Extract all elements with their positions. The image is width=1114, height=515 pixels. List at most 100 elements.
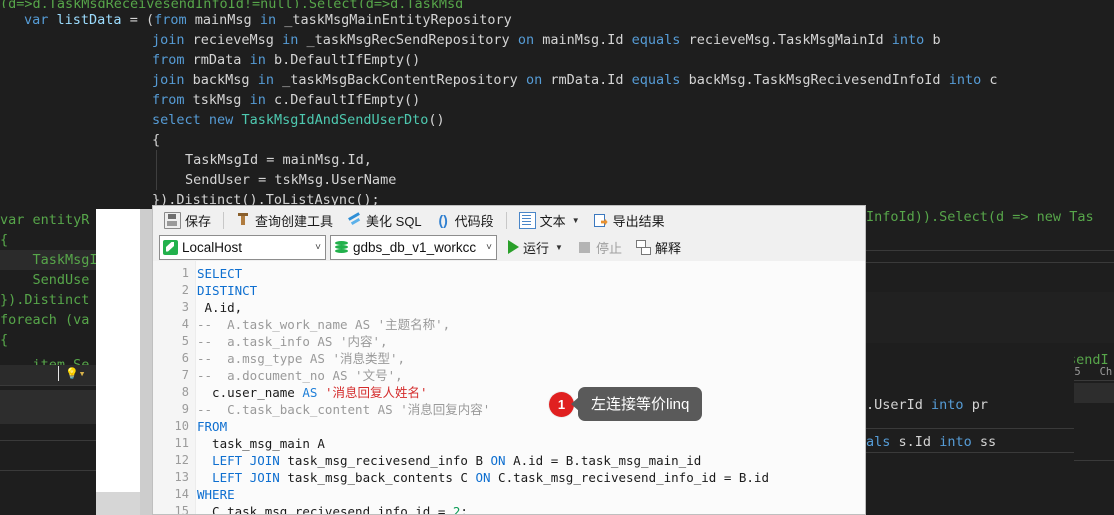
left-panel-footer <box>96 492 140 515</box>
bg-code-line-8: TaskMsgId = mainMsg.Id, <box>185 152 372 168</box>
bg-right-row-hl <box>1068 383 1114 403</box>
save-button[interactable]: 保存 <box>158 209 217 231</box>
database-value: gdbs_db_v1_workcc <box>353 239 477 255</box>
line-number: 14 <box>174 487 189 501</box>
explain-button[interactable]: 解释 <box>630 236 687 258</box>
line-number: 11 <box>174 436 189 450</box>
sql-tool-window[interactable]: 保存 查询创建工具 美化 SQL () 代码段 文本 ▼ 导出结果 LocalH… <box>152 205 866 515</box>
line-number: 15 <box>174 504 189 515</box>
line-number: 3 <box>181 300 189 314</box>
line-number: 1 <box>181 266 189 280</box>
line-number: 9 <box>181 402 189 416</box>
line-number: 10 <box>174 419 189 433</box>
sql-line-13: LEFT JOIN task_msg_back_contents C ON C.… <box>212 470 769 485</box>
stop-icon <box>578 241 590 253</box>
connection-value: LocalHost <box>182 239 243 255</box>
query-builder-button[interactable]: 查询创建工具 <box>230 209 339 231</box>
bg-status-fragment: 05 Ch: <box>1068 366 1114 378</box>
connection-combobox[interactable]: LocalHost ˅ <box>159 234 326 260</box>
sql-line-9: -- C.task_back_content AS '消息回复内容' <box>197 402 491 417</box>
chevron-down-icon[interactable]: ▼ <box>572 216 580 225</box>
run-icon <box>508 240 519 254</box>
snippet-label: 代码段 <box>454 213 494 229</box>
bg-right-sep-6 <box>1074 460 1114 461</box>
sql-line-8: c.user_name AS '消息回复人姓名' <box>197 385 428 400</box>
line-number: 2 <box>181 283 189 297</box>
chevron-down-icon[interactable]: ▼ <box>555 243 563 252</box>
sql-line-3: A.id, <box>197 300 243 315</box>
bg-right-sep-5 <box>866 452 1074 453</box>
beautify-sql-button[interactable]: 美化 SQL <box>341 209 428 231</box>
export-result-button[interactable]: 导出结果 <box>588 209 671 231</box>
bg-code-line-9: SendUser = tskMsg.UserName <box>185 172 397 188</box>
text-output-button[interactable]: 文本 ▼ <box>513 209 586 231</box>
explain-icon <box>635 239 651 255</box>
bg-right-window[interactable] <box>866 343 1074 515</box>
bg-code-line-4: join backMsg in _taskMsgBackContentRepos… <box>152 72 998 88</box>
sql-line-14: WHERE <box>197 487 235 502</box>
line-number: 5 <box>181 334 189 348</box>
bg-code-line-7: { <box>152 132 161 148</box>
sql-code-area[interactable]: SELECT DISTINCT A.id, -- A.task_work_nam… <box>197 261 865 514</box>
bg-right-sep-4 <box>866 428 1074 429</box>
annotation-callout: 1 左连接等价linq <box>549 387 703 421</box>
line-number: 8 <box>181 385 189 399</box>
sql-toolbar-row-1: 保存 查询创建工具 美化 SQL () 代码段 文本 ▼ 导出结果 <box>157 207 672 233</box>
sql-line-11: task_msg_main A <box>197 436 325 451</box>
sql-line-15: C.task_msg_recivesend_info_id = 2; <box>197 504 468 515</box>
sql-line-5: -- a.task_info AS '内容', <box>197 334 388 349</box>
explain-label: 解释 <box>654 240 681 256</box>
line-number: 13 <box>174 470 189 484</box>
bg-code-line-1: var listData = (from mainMsg in _taskMsg… <box>24 12 512 28</box>
stop-button[interactable]: 停止 <box>571 236 628 258</box>
build-icon <box>236 212 251 228</box>
text-caret <box>58 366 59 381</box>
bg-divider-left-3 <box>0 470 96 471</box>
database-combobox[interactable]: gdbs_db_v1_workcc ˅ <box>330 234 497 260</box>
bg-right-line-1: InfoId)).Select(d => new Tas <box>866 209 1094 225</box>
snippet-icon: () <box>438 211 448 228</box>
left-panel-scrollbar[interactable] <box>140 209 152 515</box>
sql-line-2: DISTINCT <box>197 283 258 298</box>
sql-line-1: SELECT <box>197 266 243 281</box>
run-button[interactable]: 运行 ▼ <box>502 236 569 258</box>
sql-line-6: -- a.msg_type AS '消息类型', <box>197 351 406 366</box>
bg-right-sep-2 <box>866 262 1114 263</box>
sql-editor[interactable]: 1 2 3 4 5 6 7 8 9 10 11 12 13 14 15 SELE… <box>153 261 865 514</box>
export-icon <box>593 213 609 228</box>
bg-right-sep-3 <box>1068 380 1114 381</box>
bg-right-line-3: .UserId into pr <box>866 397 988 413</box>
lightbulb-icon[interactable]: 💡▾ <box>65 364 85 384</box>
bg-code-clipped-line: (d=>d.TaskMsgReceivesendInfoId!=null).Se… <box>0 0 1114 8</box>
snippet-button[interactable]: () 代码段 <box>430 209 500 231</box>
bg-right-region-mid <box>866 292 1114 343</box>
stop-label: 停止 <box>595 240 622 256</box>
sql-toolbar: 保存 查询创建工具 美化 SQL () 代码段 文本 ▼ 导出结果 LocalH… <box>153 206 865 260</box>
screenshot-root: (d=>d.TaskMsgReceivesendInfoId!=null).Se… <box>0 0 1114 515</box>
line-number: 12 <box>174 453 189 467</box>
bg-right-line-4: als s.Id into ss <box>866 434 997 450</box>
sql-toolbar-row-2: LocalHost ˅ gdbs_db_v1_workcc ˅ 运行 ▼ 停止 <box>159 234 688 260</box>
beautify-icon <box>347 213 362 228</box>
callout-bubble-text: 左连接等价linq <box>578 387 703 421</box>
sql-line-7: -- a.document_no AS '文号', <box>197 368 403 383</box>
indent-guide <box>156 150 157 190</box>
line-number: 4 <box>181 317 189 331</box>
text-icon <box>518 211 536 229</box>
export-result-label: 导出结果 <box>612 213 665 229</box>
bg-code-line-5: from tskMsg in c.DefaultIfEmpty() <box>152 92 421 108</box>
text-output-label: 文本 <box>539 213 566 229</box>
server-icon <box>163 239 178 255</box>
save-label: 保存 <box>185 213 212 229</box>
line-number: 6 <box>181 351 189 365</box>
chevron-down-icon[interactable]: ˅ <box>482 242 492 253</box>
left-side-panel[interactable] <box>96 209 140 515</box>
chevron-down-icon[interactable]: ˅ <box>311 242 321 253</box>
sql-line-4: -- A.task_work_name AS '主题名称', <box>197 317 451 332</box>
bg-panel-left <box>0 390 96 424</box>
toolbar-separator-2 <box>505 211 507 229</box>
bg-code-line-6: select new TaskMsgIdAndSendUserDto() <box>152 112 445 128</box>
sql-line-10: FROM <box>197 419 228 434</box>
database-icon <box>334 240 349 255</box>
sql-line-12: LEFT JOIN task_msg_recivesend_info B ON … <box>212 453 702 468</box>
